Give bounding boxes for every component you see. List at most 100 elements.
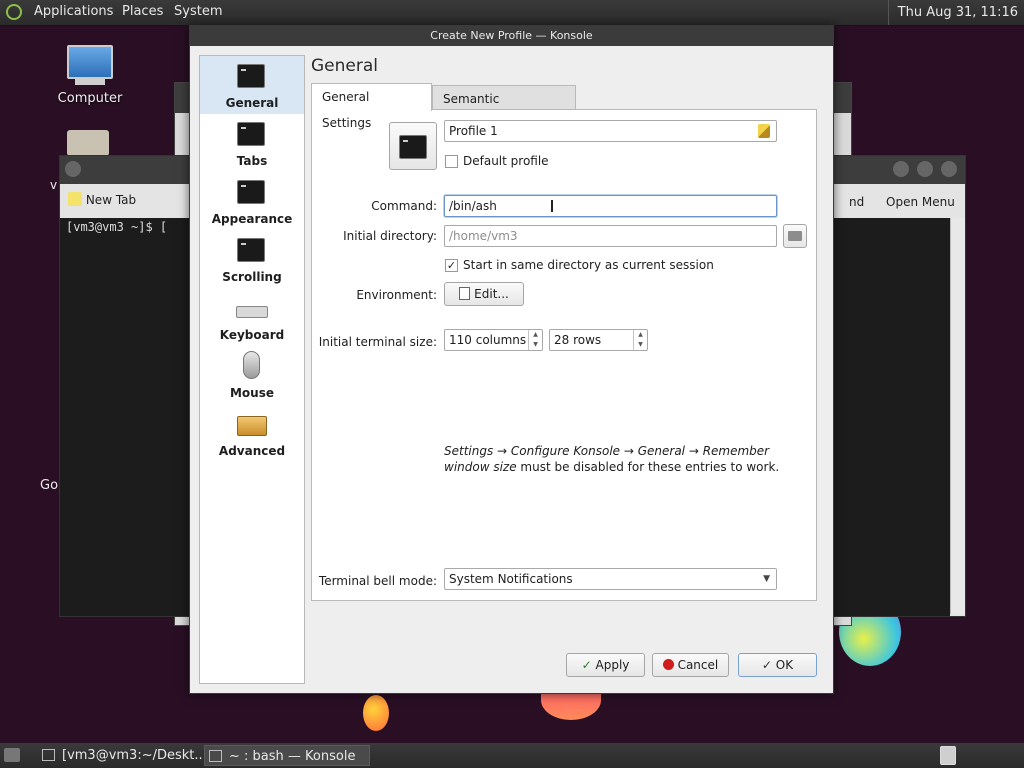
columns-spinbox[interactable]: 110 columns ▲ ▼ (444, 329, 543, 351)
sidebar-item-scrolling[interactable]: Scrolling (200, 230, 304, 288)
rows-spinbox[interactable]: 28 rows ▲ ▼ (549, 329, 648, 351)
edit-environment-button[interactable]: Edit... (444, 282, 524, 306)
clock[interactable]: Thu Aug 31, 11:16 (887, 0, 1024, 25)
apply-button[interactable]: ✓ Apply (566, 653, 645, 677)
terminal-icon (237, 180, 265, 204)
rows-value: 28 rows (554, 333, 602, 347)
note-text: must be disabled for these entries to wo… (516, 460, 780, 474)
terminal-icon (42, 749, 55, 761)
workspace-switcher-icon[interactable] (940, 746, 956, 765)
profile-name-value: Profile 1 (449, 124, 498, 138)
taskbar-item-terminal-1[interactable]: [vm3@vm3:~/Deskt... (38, 745, 207, 766)
terminal-icon (209, 750, 222, 762)
sidebar-item-label: Tabs (236, 154, 268, 168)
new-tab-icon (68, 192, 82, 206)
command-value: /bin/ash (449, 199, 497, 213)
apply-button-label: Apply (595, 658, 630, 672)
profile-name-input[interactable]: Profile 1 (444, 120, 777, 142)
cancel-icon (662, 659, 674, 670)
sidebar-item-label: Mouse (229, 386, 274, 400)
balloon-decoration (363, 695, 389, 731)
mouse-icon (243, 351, 260, 379)
tab-semantic-integration[interactable]: Semantic Integration (432, 85, 576, 132)
window-size-note: Settings → Configure Konsole → General →… (444, 443, 809, 475)
text-cursor-icon (551, 200, 553, 212)
sidebar-item-mouse[interactable]: Mouse (200, 346, 304, 404)
menu-places[interactable]: Places (122, 4, 163, 19)
chevron-down-icon: ▼ (763, 574, 770, 584)
page-title: General (311, 56, 378, 76)
menu-system[interactable]: System (174, 4, 222, 19)
tab-general-settings[interactable]: General Settings (311, 83, 432, 130)
profile-icon-button[interactable] (389, 122, 437, 170)
sidebar-item-label: Appearance (211, 212, 293, 226)
dialog-titlebar[interactable]: Create New Profile — Konsole (190, 26, 833, 46)
general-settings-panel: Profile 1 Default profile Command: /bin/… (311, 109, 817, 601)
taskbar-item-label: [vm3@vm3:~/Deskt... (62, 748, 207, 763)
columns-value: 110 columns (449, 333, 527, 347)
sidebar-item-appearance[interactable]: Appearance (200, 172, 304, 230)
same-directory-label: Start in same directory as current sessi… (463, 258, 714, 272)
terminal-icon (237, 238, 265, 262)
terminal-icon (399, 135, 427, 159)
bell-mode-value: System Notifications (449, 572, 573, 586)
check-icon: ✓ (581, 658, 592, 672)
spin-arrows-icon[interactable]: ▲ ▼ (633, 330, 647, 350)
keyboard-icon (236, 306, 268, 318)
terminal-size-label: Initial terminal size: (318, 335, 437, 349)
ok-icon: ✓ (761, 658, 772, 672)
default-profile-checkbox[interactable] (445, 155, 458, 168)
default-profile-label: Default profile (463, 154, 549, 168)
toolbar-partial-label[interactable]: nd (849, 195, 864, 209)
window-button-icon[interactable] (917, 161, 933, 177)
sidebar-item-label: General (225, 96, 279, 110)
open-menu-button[interactable]: Open Menu (886, 195, 955, 209)
top-panel: Applications Places System Thu Aug 31, 1… (0, 0, 1024, 26)
desktop-icon-computer[interactable]: Computer (50, 45, 130, 106)
clear-text-icon[interactable] (758, 124, 770, 138)
command-input[interactable]: /bin/ash (444, 195, 777, 217)
show-desktop-icon[interactable] (4, 748, 20, 762)
same-directory-checkbox[interactable]: ✓ (445, 259, 458, 272)
new-tab-label: New Tab (85, 193, 137, 207)
new-tab-button[interactable]: New Tab (68, 192, 136, 207)
ok-button[interactable]: ✓ OK (738, 653, 817, 677)
toolbox-icon (237, 416, 267, 436)
sidebar-item-label: Advanced (218, 444, 286, 458)
distro-logo-icon[interactable] (6, 4, 22, 20)
menu-applications[interactable]: Applications (34, 4, 113, 19)
desktop-partial-label: v (50, 178, 58, 192)
edit-button-label: Edit... (474, 287, 509, 301)
initial-directory-label: Initial directory: (343, 229, 437, 243)
terminal-scrollbar[interactable] (950, 218, 965, 614)
sidebar-item-advanced[interactable]: Advanced (200, 404, 304, 462)
environment-label: Environment: (356, 288, 437, 302)
sidebar-item-general[interactable]: General (200, 56, 304, 114)
desktop-partial-label: Go (40, 478, 59, 493)
settings-sidebar: General Tabs Appearance Scrolling Keyboa… (199, 55, 305, 684)
sidebar-item-label: Scrolling (222, 270, 282, 284)
cancel-button-label: Cancel (677, 658, 719, 672)
bell-mode-select[interactable]: System Notifications ▼ (444, 568, 777, 590)
spin-arrows-icon[interactable]: ▲ ▼ (528, 330, 542, 350)
bell-mode-label: Terminal bell mode: (318, 574, 437, 588)
sidebar-item-tabs[interactable]: Tabs (200, 114, 304, 172)
taskbar-item-label: ~ : bash — Konsole (229, 749, 356, 764)
browse-folder-button[interactable] (783, 224, 807, 248)
initial-directory-input[interactable]: /home/vm3 (444, 225, 777, 247)
folder-icon[interactable] (67, 130, 109, 156)
sidebar-item-label: Keyboard (219, 328, 285, 342)
document-edit-icon (459, 287, 471, 300)
sidebar-item-keyboard[interactable]: Keyboard (200, 288, 304, 346)
window-button-icon[interactable] (893, 161, 909, 177)
ok-button-label: OK (775, 658, 794, 672)
terminal-icon (237, 122, 265, 146)
cancel-button[interactable]: Cancel (652, 653, 729, 677)
terminal-icon (237, 64, 265, 88)
window-button-icon[interactable] (941, 161, 957, 177)
taskbar-item-konsole[interactable]: ~ : bash — Konsole (204, 745, 370, 766)
initial-directory-placeholder: /home/vm3 (449, 229, 518, 243)
window-button-icon[interactable] (65, 161, 81, 177)
create-profile-dialog: Create New Profile — Konsole General Tab… (189, 25, 834, 694)
folder-icon (788, 231, 802, 241)
